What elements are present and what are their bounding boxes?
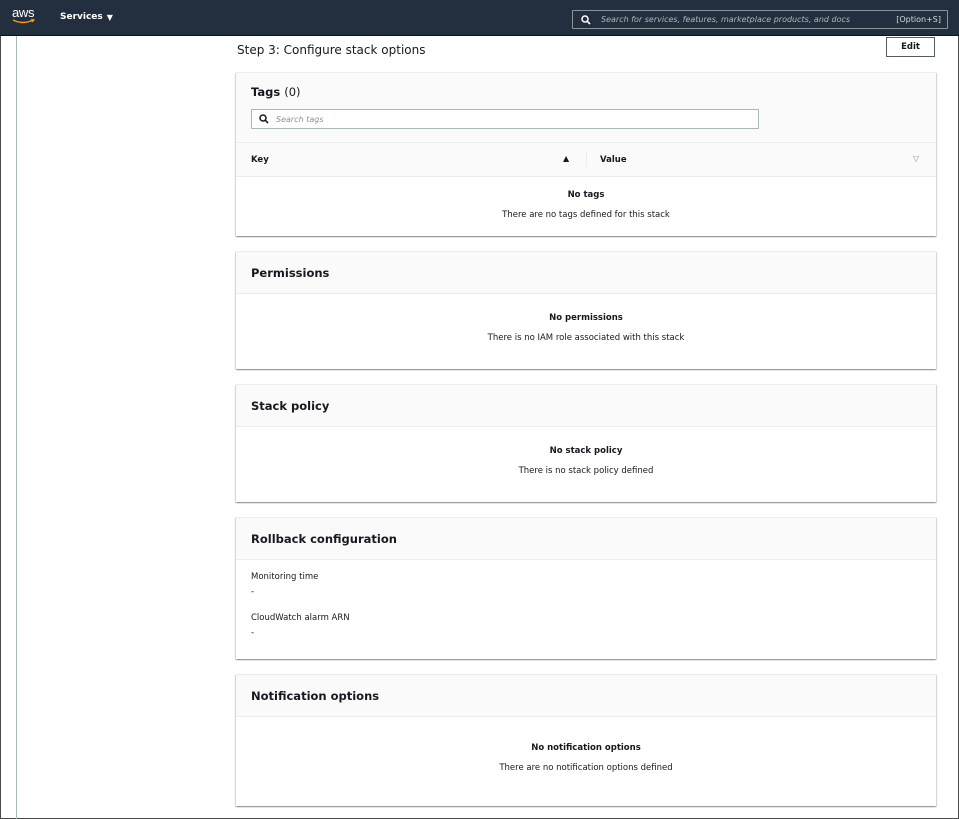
search-icon: [581, 14, 597, 25]
aws-smile-icon: [12, 19, 36, 24]
caret-down-icon: ▼: [106, 12, 113, 22]
monitoring-time-value: -: [251, 587, 255, 597]
global-search-input[interactable]: Search for services, features, marketpla…: [572, 10, 948, 29]
permissions-empty-title: No permissions: [549, 313, 623, 323]
top-navigation-bar: aws Services ▼ Search for services, feat…: [0, 0, 959, 36]
stack-policy-panel: Stack policy No stack policy There is no…: [236, 384, 936, 502]
edit-button[interactable]: Edit: [886, 37, 935, 57]
tags-search-input[interactable]: Search tags: [251, 109, 759, 129]
side-navigation-divider: [16, 36, 17, 819]
sort-descending-icon[interactable]: ▽: [913, 154, 919, 163]
notification-options-empty-description: There are no notification options define…: [499, 763, 673, 773]
search-placeholder: Search for services, features, marketpla…: [601, 15, 851, 24]
permissions-panel: Permissions No permissions There is no I…: [236, 251, 936, 369]
tags-count: (0): [284, 85, 301, 99]
stack-policy-empty-title: No stack policy: [549, 446, 623, 456]
tags-title-label: Tags: [251, 85, 281, 99]
tags-panel: Tags (0) Search tags Key ▲ Value ▽ No ta…: [236, 72, 936, 236]
notification-options-header: Notification options: [236, 675, 936, 717]
cloudwatch-alarm-arn-field: CloudWatch alarm ARN -: [251, 613, 921, 638]
tags-search-placeholder: Search tags: [276, 114, 324, 124]
permissions-empty-state: No permissions There is no IAM role asso…: [236, 294, 936, 343]
rollback-header: Rollback configuration: [236, 518, 936, 560]
notification-options-empty-title: No notification options: [531, 743, 641, 753]
monitoring-time-field: Monitoring time -: [251, 572, 921, 597]
stack-policy-empty-state: No stack policy There is no stack policy…: [236, 427, 936, 476]
tags-title: Tags (0): [251, 85, 921, 99]
notification-options-panel: Notification options No notification opt…: [236, 674, 936, 806]
rollback-configuration-panel: Rollback configuration Monitoring time -…: [236, 517, 936, 659]
tags-table-header: Key ▲ Value ▽: [236, 143, 936, 177]
permissions-empty-description: There is no IAM role associated with thi…: [487, 333, 685, 343]
rollback-fields: Monitoring time - CloudWatch alarm ARN -: [236, 560, 936, 638]
column-divider: [586, 152, 587, 167]
tags-empty-title: No tags: [567, 190, 605, 200]
column-value-header[interactable]: Value: [600, 155, 627, 165]
services-label: Services: [60, 12, 103, 22]
permissions-header: Permissions: [236, 252, 936, 294]
sort-ascending-icon[interactable]: ▲: [563, 154, 569, 163]
tags-empty-state: No tags There are no tags defined for th…: [236, 177, 936, 220]
step-title: Step 3: Configure stack options: [237, 43, 426, 57]
search-icon: [259, 114, 273, 124]
notification-options-empty-state: No notification options There are no not…: [236, 717, 936, 773]
cloudwatch-alarm-arn-label: CloudWatch alarm ARN: [251, 613, 350, 623]
tags-empty-description: There are no tags defined for this stack: [502, 210, 670, 220]
column-key-header[interactable]: Key: [251, 155, 269, 165]
search-shortcut-hint: [Option+S]: [896, 15, 941, 24]
monitoring-time-label: Monitoring time: [251, 572, 319, 582]
stack-policy-empty-description: There is no stack policy defined: [518, 466, 654, 476]
cloudwatch-alarm-arn-value: -: [251, 628, 255, 638]
aws-logo-text: aws: [12, 5, 35, 20]
tags-panel-header: Tags (0) Search tags: [236, 73, 936, 143]
stack-policy-header: Stack policy: [236, 385, 936, 427]
aws-logo[interactable]: aws: [12, 5, 40, 27]
services-menu-button[interactable]: Services ▼: [60, 12, 113, 22]
